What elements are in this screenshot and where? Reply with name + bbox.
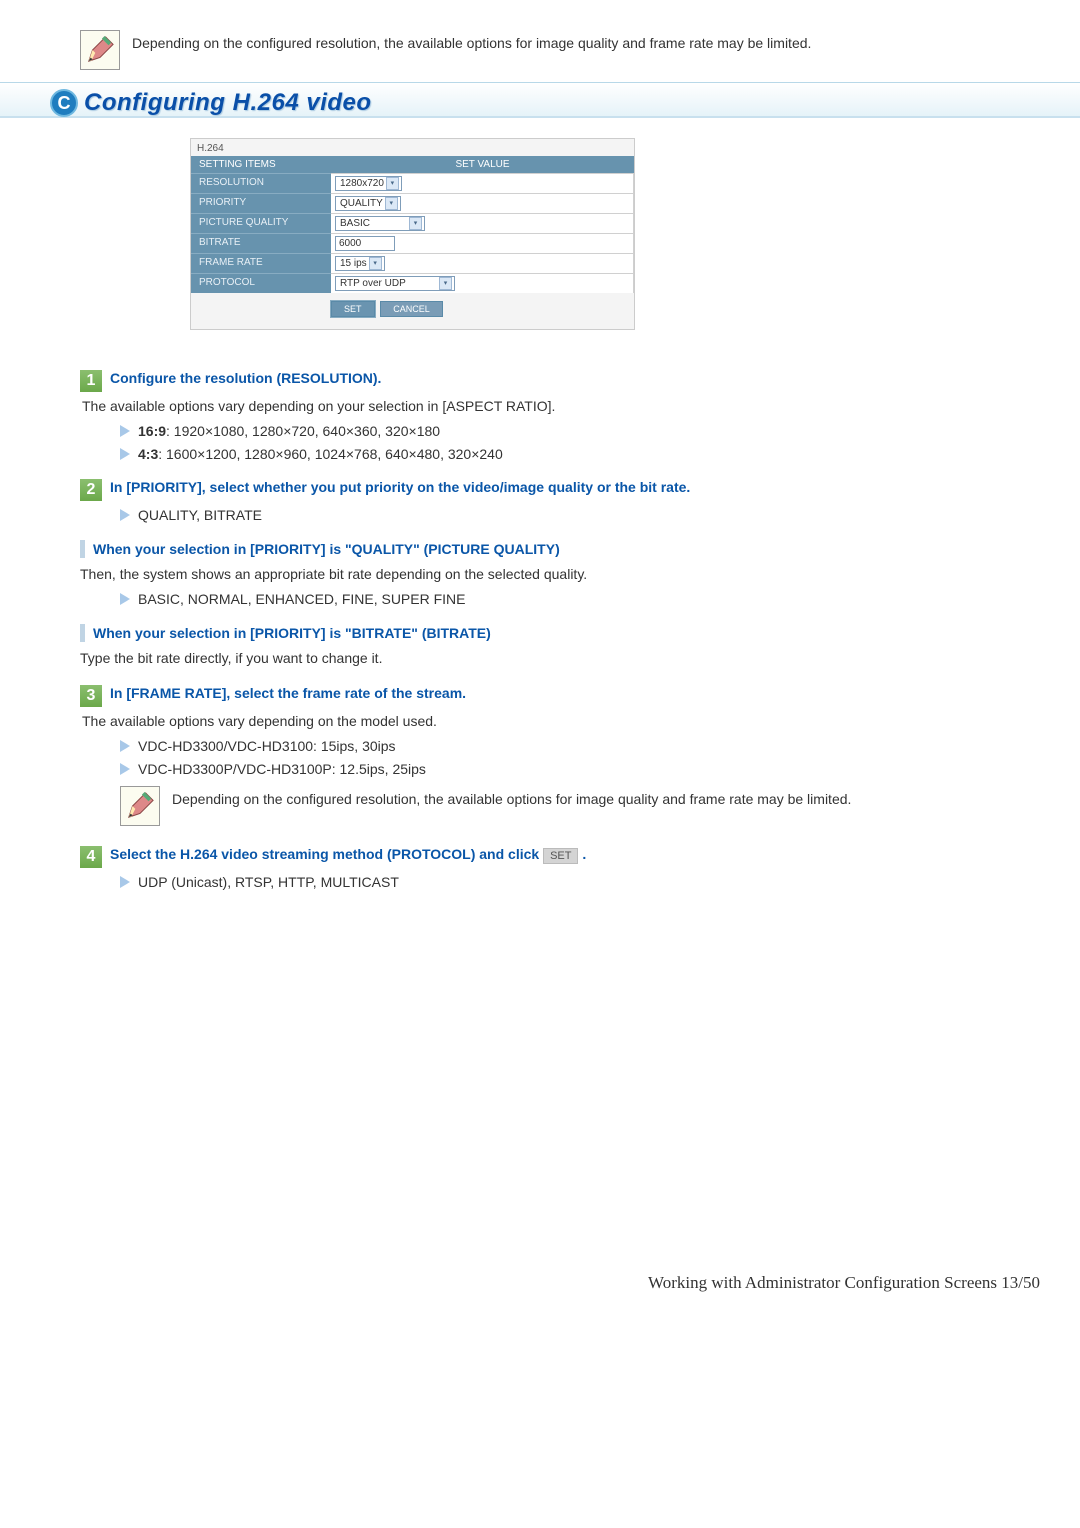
row-quality-label: PICTURE QUALITY	[191, 213, 331, 233]
section-letter-badge: C	[50, 89, 78, 117]
step-1-number: 1	[80, 370, 102, 392]
resolution-select[interactable]: 1280x720▾	[335, 176, 402, 191]
inline-set-button: SET	[543, 848, 578, 864]
bullet-text: UDP (Unicast), RTSP, HTTP, MULTICAST	[138, 872, 399, 893]
section-header: C Configuring H.264 video	[0, 82, 1080, 118]
bullet-text: 16:9: 1920×1080, 1280×720, 640×360, 320×…	[138, 421, 440, 442]
subsection-bar	[80, 540, 85, 558]
step-4-title: Select the H.264 video streaming method …	[110, 846, 586, 862]
priority-select[interactable]: QUALITY▾	[335, 196, 401, 211]
bullet-icon	[120, 763, 130, 775]
step-2-number: 2	[80, 479, 102, 501]
bullet-icon	[120, 509, 130, 521]
note-text: Depending on the configured resolution, …	[172, 786, 851, 826]
bullet-text: VDC-HD3300/VDC-HD3100: 15ips, 30ips	[138, 736, 396, 757]
pencil-icon	[120, 786, 160, 826]
step-1-title: Configure the resolution (RESOLUTION).	[110, 370, 381, 386]
row-resolution-label: RESOLUTION	[191, 173, 331, 193]
pencil-icon	[80, 30, 120, 70]
bullet-text: QUALITY, BITRATE	[138, 505, 262, 526]
bitrate-input[interactable]: 6000	[335, 236, 395, 251]
subsection-title: When your selection in [PRIORITY] is "BI…	[93, 625, 491, 641]
set-button[interactable]: SET	[331, 301, 375, 317]
bullet-icon	[120, 593, 130, 605]
step-4-number: 4	[80, 846, 102, 868]
framerate-select[interactable]: 15 ips▾	[335, 256, 385, 271]
step-1-intro: The available options vary depending on …	[80, 396, 1050, 417]
section-title: Configuring H.264 video	[84, 89, 372, 118]
bullet-text: 4:3: 1600×1200, 1280×960, 1024×768, 640×…	[138, 444, 503, 465]
picture-quality-select[interactable]: BASIC▾	[335, 216, 425, 231]
bullet-icon	[120, 425, 130, 437]
bullet-text: VDC-HD3300P/VDC-HD3100P: 12.5ips, 25ips	[138, 759, 426, 780]
chevron-down-icon: ▾	[409, 217, 422, 230]
chevron-down-icon: ▾	[386, 177, 399, 190]
step-3-title: In [FRAME RATE], select the frame rate o…	[110, 685, 466, 701]
bullet-text: BASIC, NORMAL, ENHANCED, FINE, SUPER FIN…	[138, 589, 466, 610]
subsection-text: Then, the system shows an appropriate bi…	[80, 564, 1050, 585]
subsection-bar	[80, 624, 85, 642]
row-framerate-label: FRAME RATE	[191, 253, 331, 273]
row-priority-label: PRIORITY	[191, 193, 331, 213]
col-setting-items: SETTING ITEMS	[191, 156, 331, 173]
protocol-select[interactable]: RTP over UDP▾	[335, 276, 455, 291]
row-protocol-label: PROTOCOL	[191, 273, 331, 293]
chevron-down-icon: ▾	[439, 277, 452, 290]
col-set-value: SET VALUE	[331, 156, 634, 173]
bullet-icon	[120, 448, 130, 460]
row-bitrate-label: BITRATE	[191, 233, 331, 253]
bullet-icon	[120, 740, 130, 752]
bullet-icon	[120, 876, 130, 888]
subsection-text: Type the bit rate directly, if you want …	[80, 648, 1050, 669]
chevron-down-icon: ▾	[369, 257, 382, 270]
note-text: Depending on the configured resolution, …	[132, 30, 811, 70]
page-footer: Working with Administrator Configuration…	[30, 1273, 1050, 1293]
step-3-intro: The available options vary depending on …	[80, 711, 1050, 732]
step-3-number: 3	[80, 685, 102, 707]
h264-settings-screenshot: H.264 SETTING ITEMS SET VALUE RESOLUTION…	[190, 138, 635, 330]
chevron-down-icon: ▾	[385, 197, 398, 210]
step-2-title: In [PRIORITY], select whether you put pr…	[110, 479, 690, 495]
screenshot-title: H.264	[191, 139, 634, 156]
subsection-title: When your selection in [PRIORITY] is "QU…	[93, 541, 560, 557]
cancel-button[interactable]: CANCEL	[380, 301, 443, 317]
